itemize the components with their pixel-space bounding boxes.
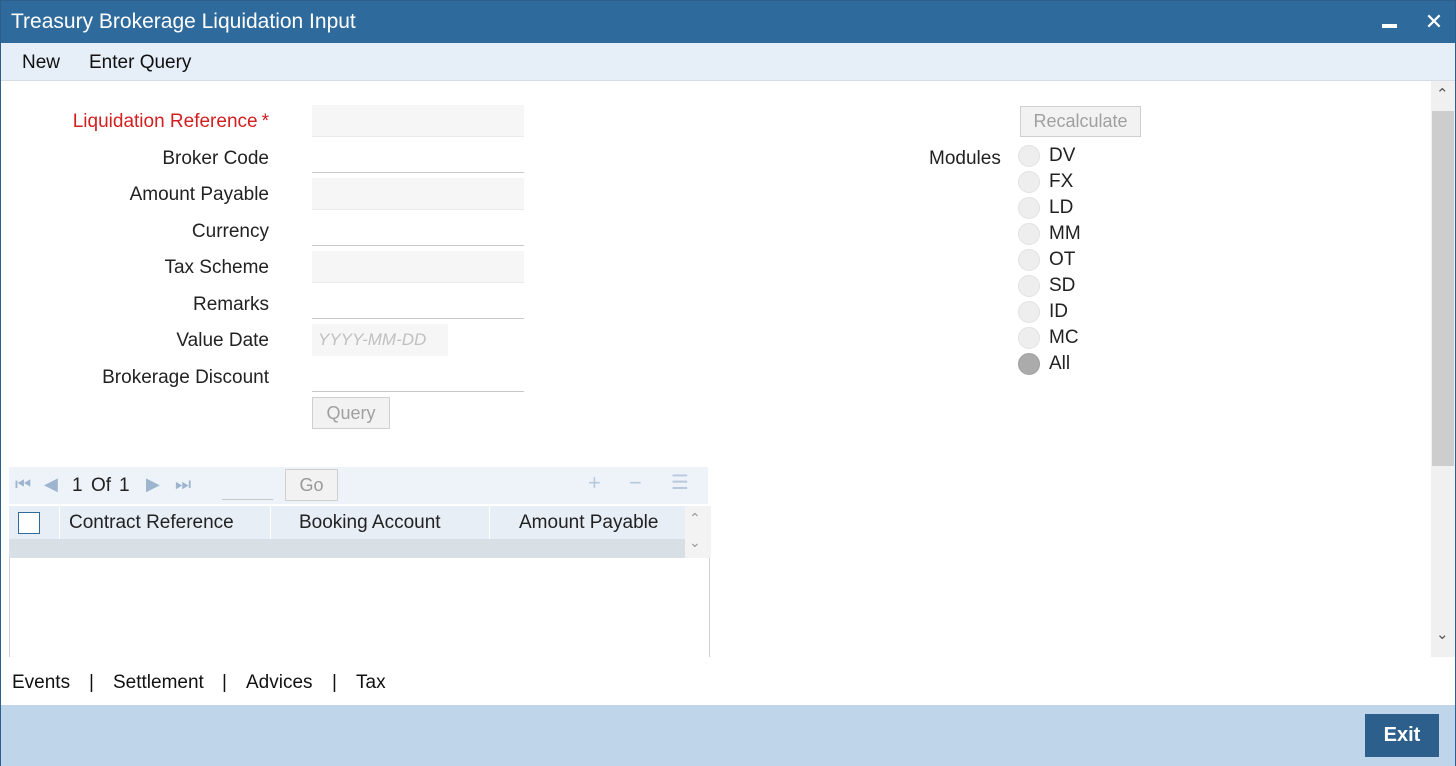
link-tax[interactable]: Tax (356, 672, 386, 694)
next-page-icon[interactable]: ▶ (146, 474, 160, 495)
brokerage-discount-input[interactable] (312, 360, 524, 392)
broker-code-label: Broker Code (162, 148, 269, 169)
radio-circle (1018, 223, 1040, 245)
scroll-down-icon[interactable]: ⌄ (689, 534, 701, 551)
remarks-input[interactable] (312, 287, 524, 319)
page-current: 1 (72, 475, 83, 496)
page-of-label: Of (91, 475, 112, 496)
single-view-icon[interactable]: ☰ (671, 470, 689, 495)
separator: | (332, 672, 337, 693)
radio-label: All (1049, 353, 1071, 374)
amount-payable-label: Amount Payable (129, 184, 269, 205)
page-number-input[interactable] (222, 473, 273, 500)
add-row-icon[interactable]: + (588, 470, 601, 496)
radio-label: OT (1049, 249, 1076, 270)
module-radio-dv[interactable]: DV (1018, 143, 1075, 169)
column-header-amount-payable[interactable]: Amount Payable (490, 506, 685, 539)
query-button[interactable]: Query (312, 397, 390, 429)
remarks-label: Remarks (192, 294, 269, 315)
currency-label: Currency (191, 221, 269, 242)
page-scrollbar[interactable]: ⌃ ⌄ (1431, 81, 1455, 657)
page-total: 1 (119, 475, 130, 496)
close-button[interactable]: ✕ (1419, 7, 1449, 37)
scrollbar-thumb[interactable] (1432, 111, 1454, 466)
module-radio-fx[interactable]: FX (1018, 169, 1073, 195)
column-header-booking-account[interactable]: Booking Account (271, 506, 490, 539)
liquidation-reference-input[interactable] (312, 105, 524, 137)
radio-circle (1018, 171, 1040, 193)
menu-enter-query[interactable]: Enter Query (89, 52, 191, 74)
delete-row-icon[interactable]: − (629, 470, 642, 496)
brokerage-discount-label: Brokerage Discount (102, 367, 269, 388)
radio-label: FX (1049, 171, 1074, 192)
radio-label: MM (1049, 223, 1081, 244)
window-title: Treasury Brokerage Liquidation Input (11, 10, 356, 33)
grid-scrollbar[interactable]: ⌃ ⌄ (685, 506, 711, 558)
radio-circle-selected (1018, 353, 1040, 375)
menu-bar: New Enter Query (1, 43, 1455, 81)
radio-circle (1018, 327, 1040, 349)
broker-code-input[interactable] (312, 141, 524, 173)
grid-body (9, 558, 710, 657)
title-bar: Treasury Brokerage Liquidation Input ✕ (1, 1, 1455, 43)
radio-label: LD (1049, 197, 1074, 218)
required-marker: * (261, 111, 269, 132)
table-row[interactable] (9, 539, 685, 558)
module-radio-ot[interactable]: OT (1018, 247, 1075, 273)
bottom-bar: Exit (1, 705, 1455, 766)
grid-toolbar: ⏮ ◀ 1 Of 1 ▶ ⏭ Go + − ☰ (9, 467, 708, 504)
radio-circle (1018, 249, 1040, 271)
module-radio-id[interactable]: ID (1018, 299, 1068, 325)
first-page-icon[interactable]: ⏮ (15, 474, 31, 495)
close-icon: ✕ (1424, 9, 1444, 34)
go-button[interactable]: Go (285, 469, 338, 501)
currency-input[interactable] (312, 214, 524, 246)
link-events[interactable]: Events (12, 672, 70, 694)
exit-button[interactable]: Exit (1365, 714, 1439, 757)
separator: | (89, 672, 94, 693)
module-radio-mc[interactable]: MC (1018, 325, 1079, 351)
separator: | (222, 672, 227, 693)
prev-page-icon[interactable]: ◀ (44, 474, 58, 495)
form-content: Liquidation Reference * Broker Code Amoun… (1, 81, 1431, 657)
select-all-checkbox[interactable] (18, 512, 40, 534)
last-page-icon[interactable]: ⏭ (175, 474, 191, 495)
select-all-cell (9, 506, 60, 539)
modules-label: Modules (929, 148, 1001, 169)
radio-circle (1018, 145, 1040, 167)
tax-scheme-label: Tax Scheme (164, 257, 269, 278)
main-window: Treasury Brokerage Liquidation Input ✕ N… (0, 0, 1456, 766)
amount-payable-input[interactable] (312, 178, 524, 210)
link-settlement[interactable]: Settlement (113, 672, 204, 694)
minimize-icon (1382, 24, 1397, 28)
tax-scheme-input[interactable] (312, 251, 524, 283)
scroll-up-icon[interactable]: ⌃ (689, 510, 701, 527)
link-advices[interactable]: Advices (246, 672, 313, 694)
menu-new[interactable]: New (22, 52, 60, 74)
radio-label: MC (1049, 327, 1079, 348)
grid-body-gap (10, 558, 709, 572)
footer-links: Events | Settlement | Advices | Tax (1, 657, 1455, 705)
radio-label: SD (1049, 275, 1076, 296)
scroll-down-icon[interactable]: ⌄ (1436, 625, 1449, 643)
module-radio-ld[interactable]: LD (1018, 195, 1073, 221)
grid-header: Contract Reference Booking Account Amoun… (9, 506, 685, 539)
module-radio-all[interactable]: All (1018, 351, 1070, 377)
radio-circle (1018, 275, 1040, 297)
recalculate-button[interactable]: Recalculate (1020, 106, 1141, 137)
module-radio-mm[interactable]: MM (1018, 221, 1081, 247)
scroll-up-icon[interactable]: ⌃ (1436, 85, 1449, 103)
column-header-contract-reference[interactable]: Contract Reference (60, 506, 271, 539)
value-date-label: Value Date (176, 330, 269, 351)
radio-circle (1018, 301, 1040, 323)
liquidation-reference-label: Liquidation Reference * (72, 111, 269, 132)
module-radio-sd[interactable]: SD (1018, 273, 1075, 299)
radio-label: ID (1049, 301, 1068, 322)
value-date-input[interactable] (312, 324, 448, 356)
radio-label: DV (1049, 145, 1076, 166)
minimize-button[interactable] (1374, 7, 1404, 37)
radio-circle (1018, 197, 1040, 219)
